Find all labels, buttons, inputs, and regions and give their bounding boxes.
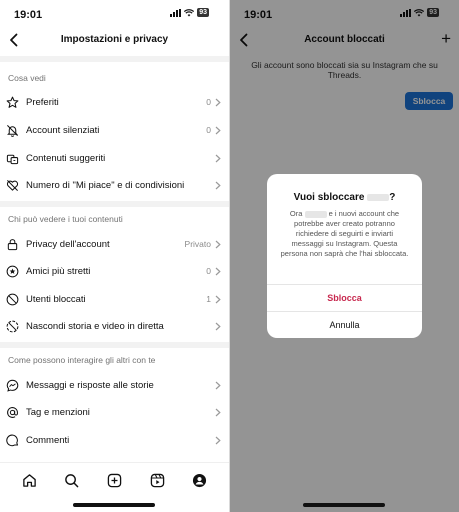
row-label: Privacy dell'account <box>26 238 110 250</box>
dialog-title-suffix: ? <box>389 192 396 203</box>
row-label: Contenuti suggeriti <box>26 152 106 164</box>
row-comments[interactable]: Commenti <box>0 427 229 453</box>
redacted-username <box>304 210 327 218</box>
chevron-right-icon <box>215 154 221 162</box>
section-header-interactions: Come possono interagire gli altri con te <box>8 355 156 365</box>
status-bar: 19:01 93 <box>0 0 229 28</box>
blocked-icon <box>6 293 19 305</box>
section-header-who-can-see: Chi può vedere i tuoi contenuti <box>8 214 123 224</box>
page-title: Impostazioni e privacy <box>60 34 169 45</box>
chevron-right-icon <box>215 322 221 330</box>
redacted-username <box>367 193 390 201</box>
dialog-title: Vuoi sbloccare ? <box>267 192 422 203</box>
chevron-right-icon <box>215 295 221 303</box>
row-tags-mentions[interactable]: Tag e menzioni <box>0 399 229 425</box>
profile-tab-icon[interactable] <box>192 473 208 489</box>
blocked-accounts-screen: 19:01 93 Account bloccati + Gli account … <box>230 0 459 512</box>
row-label: Preferiti <box>26 96 59 108</box>
row-label: Amici più stretti <box>26 265 91 277</box>
settings-screen: 19:01 93 Impostazioni e privacy Cosa ved… <box>0 0 229 512</box>
cancel-button[interactable]: Annulla <box>267 312 422 338</box>
create-tab-icon[interactable] <box>106 473 122 489</box>
row-label: Tag e menzioni <box>26 406 90 418</box>
section-header-what-you-see: Cosa vedi <box>8 73 46 83</box>
dialog-message-prefix: Ora <box>289 209 303 218</box>
chevron-right-icon <box>215 436 221 444</box>
row-close-friends[interactable]: Amici più stretti 0 <box>0 258 229 284</box>
section-divider <box>0 56 229 62</box>
home-tab-icon[interactable] <box>21 473 37 489</box>
row-value: Privato <box>184 239 211 249</box>
row-label: Messaggi e risposte alle storie <box>26 379 154 391</box>
row-hide-story[interactable]: Nascondi storia e video in diretta <box>0 313 229 339</box>
wifi-icon <box>184 8 195 16</box>
bottom-tab-bar <box>0 462 229 498</box>
home-indicator <box>303 503 385 507</box>
lock-icon <box>7 238 18 250</box>
row-likes-shares[interactable]: Numero di "Mi piace" e di condivisioni <box>0 172 229 198</box>
home-indicator <box>73 503 155 507</box>
status-indicators: 93 <box>170 8 209 17</box>
row-blocked-users[interactable]: Utenti bloccati 1 <box>0 286 229 312</box>
chevron-right-icon <box>215 267 221 275</box>
row-label: Numero di "Mi piace" e di condivisioni <box>26 179 185 191</box>
row-label: Utenti bloccati <box>26 293 86 305</box>
row-value: 0 <box>206 266 211 276</box>
row-label: Commenti <box>26 434 70 446</box>
status-time: 19:01 <box>14 9 43 21</box>
unblock-dialog: Vuoi sbloccare ? Ora e i nuovi account c… <box>267 174 422 338</box>
row-account-privacy[interactable]: Privacy dell'account Privato <box>0 231 229 257</box>
nav-header: Impostazioni e privacy <box>0 28 229 54</box>
messenger-icon <box>6 379 19 392</box>
row-label: Nascondi storia e video in diretta <box>26 320 164 332</box>
row-label: Account silenziati <box>26 124 100 136</box>
chevron-right-icon <box>215 240 221 248</box>
battery-indicator: 93 <box>197 8 209 17</box>
chevron-right-icon <box>215 408 221 416</box>
row-muted-accounts[interactable]: Account silenziati 0 <box>0 117 229 143</box>
heart-off-icon <box>6 179 19 191</box>
row-value: 0 <box>206 97 211 107</box>
hide-story-icon <box>6 320 19 332</box>
row-favorites[interactable]: Preferiti 0 <box>0 89 229 115</box>
chevron-right-icon <box>215 381 221 389</box>
chevron-right-icon <box>215 181 221 189</box>
chevron-right-icon <box>215 126 221 134</box>
section-divider <box>0 342 229 348</box>
reels-tab-icon[interactable] <box>149 473 165 489</box>
star-icon <box>6 96 19 108</box>
close-friends-star-icon <box>6 265 19 277</box>
comment-icon <box>6 434 19 446</box>
at-sign-icon <box>7 406 18 418</box>
row-value: 1 <box>206 294 211 304</box>
row-value: 0 <box>206 125 211 135</box>
search-tab-icon[interactable] <box>64 473 80 489</box>
row-messages-replies[interactable]: Messaggi e risposte alle storie <box>0 372 229 398</box>
suggested-content-icon <box>6 154 19 164</box>
section-divider <box>0 201 229 207</box>
dialog-message: Ora e i nuovi account che potrebbe aver … <box>279 209 410 259</box>
dialog-title-prefix: Vuoi sbloccare <box>293 192 365 203</box>
signal-icon <box>170 8 182 17</box>
row-suggested-content[interactable]: Contenuti suggeriti <box>0 145 229 171</box>
confirm-unblock-button[interactable]: Sblocca <box>267 285 422 311</box>
bell-off-icon <box>7 124 18 137</box>
chevron-right-icon <box>215 98 221 106</box>
